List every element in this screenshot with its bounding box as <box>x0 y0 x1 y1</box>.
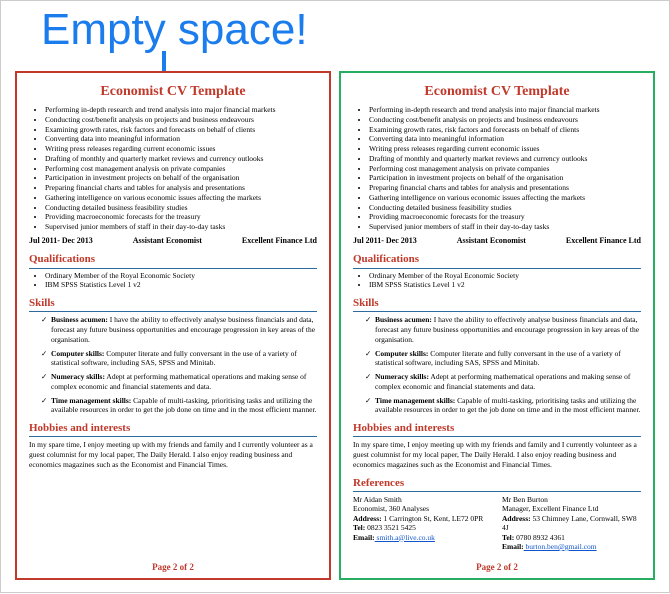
list-item: Performing cost management analysis on p… <box>369 164 641 174</box>
list-item: Computer skills: Computer literate and f… <box>41 349 317 369</box>
ref-name: Mr Ben Burton <box>502 495 641 504</box>
list-item: Supervised junior members of staff in th… <box>369 222 641 232</box>
ref-address: Address: 53 Chimney Lane, Cornwall, SW8 … <box>502 514 641 533</box>
list-item: Converting data into meaningful informat… <box>45 134 317 144</box>
list-item: IBM SPSS Statistics Level 1 v2 <box>45 280 317 290</box>
list-item: Preparing financial charts and tables fo… <box>369 183 641 193</box>
list-item: Performing in-depth research and trend a… <box>45 105 317 115</box>
list-item: Ordinary Member of the Royal Economic So… <box>45 271 317 281</box>
job-role: Assistant Economist <box>133 236 202 246</box>
skills-list: Business acumen: I have the ability to e… <box>353 315 641 415</box>
reference-2: Mr Ben Burton Manager, Excellent Finance… <box>502 495 641 551</box>
list-item: Gathering intelligence on various econom… <box>45 193 317 203</box>
ref-name: Mr Aidan Smith <box>353 495 492 504</box>
list-item: Business acumen: I have the ability to e… <box>365 315 641 344</box>
list-item: Numeracy skills: Adept at performing mat… <box>365 372 641 392</box>
list-item: Time management skills: Capable of multi… <box>365 396 641 416</box>
job-line: Jul 2011- Dec 2013 Assistant Economist E… <box>353 236 641 246</box>
skills-list: Business acumen: I have the ability to e… <box>29 315 317 415</box>
list-item: Examining growth rates, risk factors and… <box>45 125 317 135</box>
job-dates: Jul 2011- Dec 2013 <box>29 236 93 246</box>
list-item: Conducting cost/benefit analysis on proj… <box>369 115 641 125</box>
list-item: Ordinary Member of the Royal Economic So… <box>369 271 641 281</box>
job-company: Excellent Finance Ltd <box>242 236 317 246</box>
job-role: Assistant Economist <box>457 236 526 246</box>
heading-skills: Skills <box>353 296 641 312</box>
page-footer: Page 2 of 2 <box>341 562 653 574</box>
list-item: Performing cost management analysis on p… <box>45 164 317 174</box>
duties-list: Performing in-depth research and trend a… <box>29 105 317 232</box>
heading-references: References <box>353 476 641 492</box>
heading-hobbies: Hobbies and interests <box>29 421 317 437</box>
list-item: Performing in-depth research and trend a… <box>369 105 641 115</box>
cv-page-right: Economist CV Template Performing in-dept… <box>339 71 655 580</box>
ref-email: Email: smith.a@live.co.uk <box>353 533 492 542</box>
heading-hobbies: Hobbies and interests <box>353 421 641 437</box>
list-item: Examining growth rates, risk factors and… <box>369 125 641 135</box>
list-item: Conducting cost/benefit analysis on proj… <box>45 115 317 125</box>
hobbies-text: In my spare time, I enjoy meeting up wit… <box>353 440 641 469</box>
list-item: Business acumen: I have the ability to e… <box>41 315 317 344</box>
canvas: Empty space! Economist CV Template Perfo… <box>1 1 669 592</box>
heading-skills: Skills <box>29 296 317 312</box>
list-item: Supervised junior members of staff in th… <box>45 222 317 232</box>
list-item: Drafting of monthly and quarterly market… <box>369 154 641 164</box>
heading-qualifications: Qualifications <box>29 252 317 268</box>
list-item: Converting data into meaningful informat… <box>369 134 641 144</box>
reference-1: Mr Aidan Smith Economist, 360 Analyses A… <box>353 495 492 551</box>
list-item: Numeracy skills: Adept at performing mat… <box>41 372 317 392</box>
list-item: IBM SPSS Statistics Level 1 v2 <box>369 280 641 290</box>
ref-tel: Tel: 0823 3521 5425 <box>353 523 492 532</box>
page-footer: Page 2 of 2 <box>17 562 329 574</box>
annotation-label: Empty space! <box>41 5 308 55</box>
ref-tel: Tel: 0780 8932 4361 <box>502 533 641 542</box>
list-item: Drafting of monthly and quarterly market… <box>45 154 317 164</box>
list-item: Conducting detailed business feasibility… <box>369 203 641 213</box>
qualifications-list: Ordinary Member of the Royal Economic So… <box>353 271 641 291</box>
hobbies-text: In my spare time, I enjoy meeting up wit… <box>29 440 317 469</box>
list-item: Writing press releases regarding current… <box>45 144 317 154</box>
ref-address: Address: 1 Carrington St, Kent, LE72 0PR <box>353 514 492 523</box>
list-item: Preparing financial charts and tables fo… <box>45 183 317 193</box>
ref-role: Manager, Excellent Finance Ltd <box>502 504 641 513</box>
list-item: Providing macroeconomic forecasts for th… <box>369 212 641 222</box>
list-item: Gathering intelligence on various econom… <box>369 193 641 203</box>
references-block: Mr Aidan Smith Economist, 360 Analyses A… <box>353 495 641 551</box>
list-item: Participation in investment projects on … <box>369 173 641 183</box>
job-line: Jul 2011- Dec 2013 Assistant Economist E… <box>29 236 317 246</box>
ref-role: Economist, 360 Analyses <box>353 504 492 513</box>
heading-qualifications: Qualifications <box>353 252 641 268</box>
duties-list: Performing in-depth research and trend a… <box>353 105 641 232</box>
ref-email: Email: burton.ben@gmail.com <box>502 542 641 551</box>
qualifications-list: Ordinary Member of the Royal Economic So… <box>29 271 317 291</box>
cv-page-left: Economist CV Template Performing in-dept… <box>15 71 331 580</box>
list-item: Time management skills: Capable of multi… <box>41 396 317 416</box>
job-dates: Jul 2011- Dec 2013 <box>353 236 417 246</box>
job-company: Excellent Finance Ltd <box>566 236 641 246</box>
list-item: Writing press releases regarding current… <box>369 144 641 154</box>
cv-title: Economist CV Template <box>353 83 641 101</box>
list-item: Providing macroeconomic forecasts for th… <box>45 212 317 222</box>
page-comparison: Economist CV Template Performing in-dept… <box>15 71 655 580</box>
cv-title: Economist CV Template <box>29 83 317 101</box>
list-item: Computer skills: Computer literate and f… <box>365 349 641 369</box>
list-item: Participation in investment projects on … <box>45 173 317 183</box>
list-item: Conducting detailed business feasibility… <box>45 203 317 213</box>
